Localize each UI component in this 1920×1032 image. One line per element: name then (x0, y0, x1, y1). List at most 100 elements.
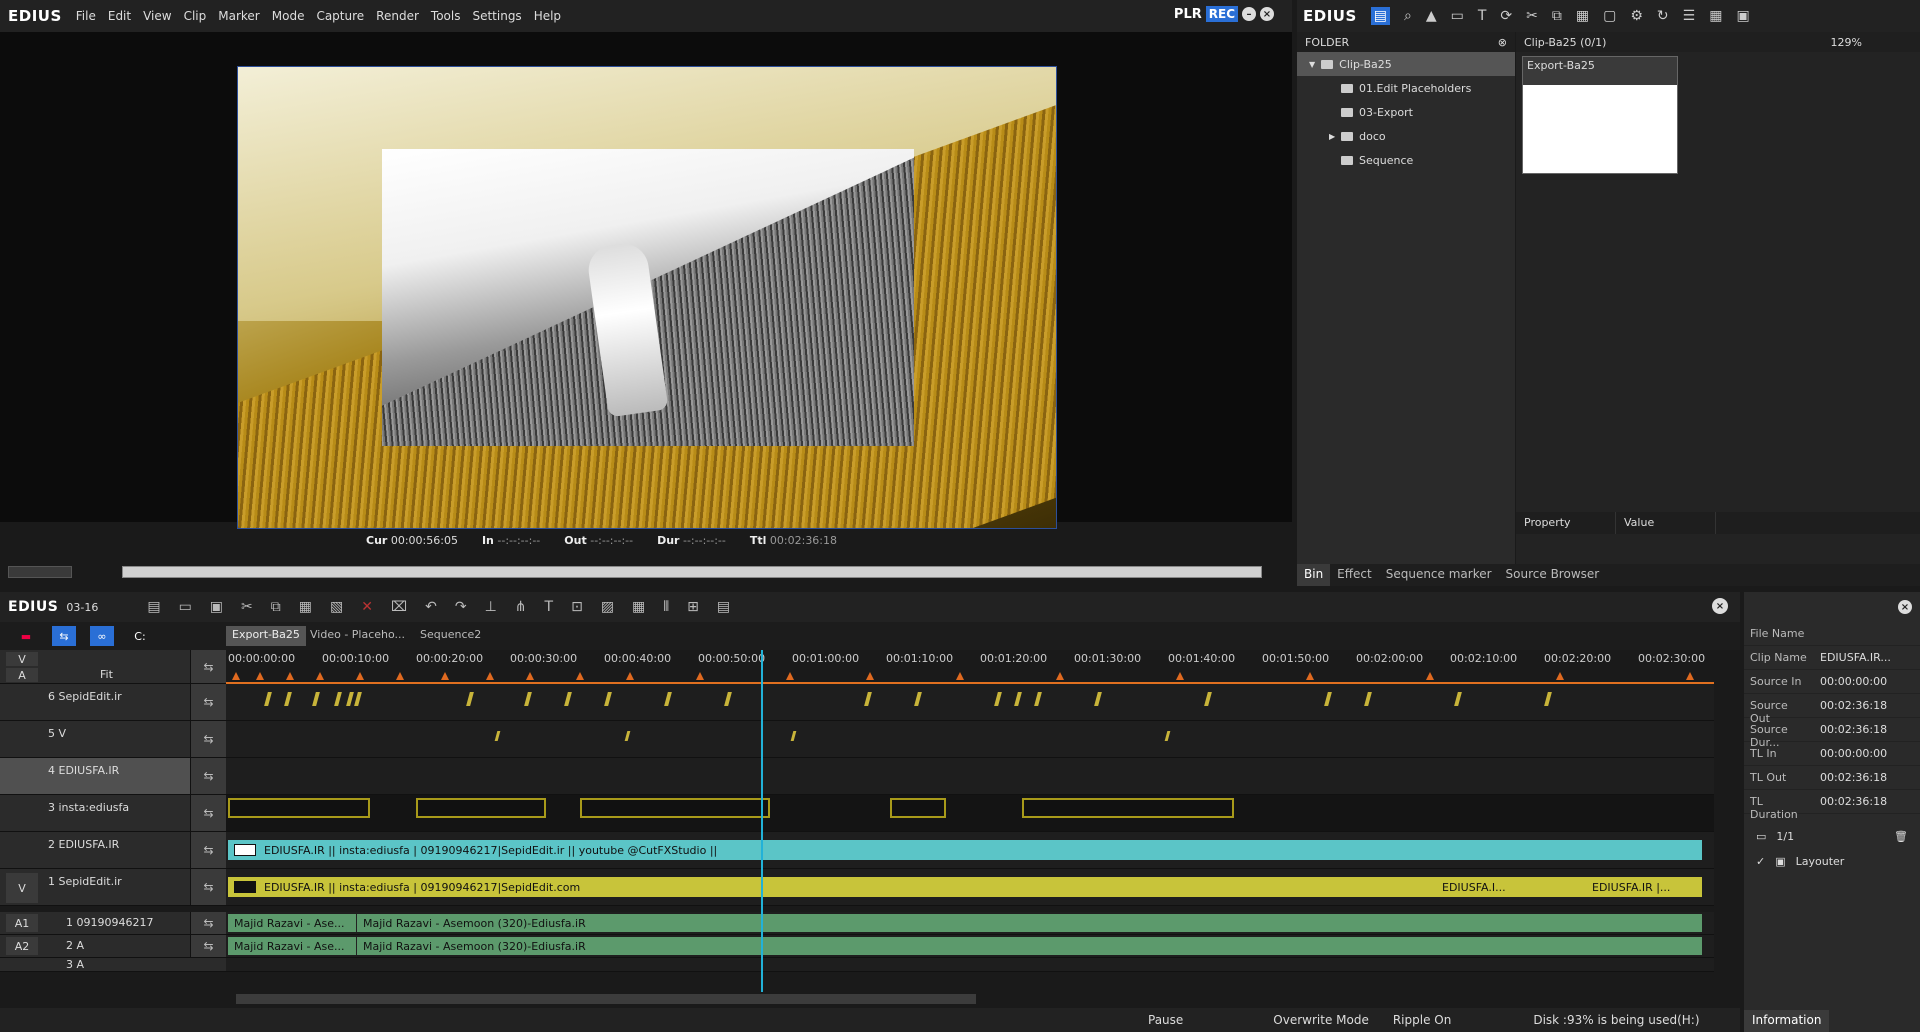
menu-tools[interactable]: Tools (425, 9, 467, 23)
open-project-icon[interactable]: ▭ (179, 599, 192, 615)
close-folder-icon[interactable]: ⊗ (1498, 36, 1507, 49)
tab-sequence-marker[interactable]: Sequence marker (1379, 564, 1499, 586)
ripple-mode-icon[interactable]: ⇆ (52, 626, 76, 646)
track-header-3[interactable]: 3 insta:ediusfa ⇆ (0, 795, 226, 832)
tab-information[interactable]: Information (1744, 1010, 1830, 1032)
clip-segment[interactable] (1454, 692, 1462, 706)
track-header-a3[interactable]: 3 A (0, 958, 226, 972)
tree-item-clip-ba25[interactable]: ▼ Clip-Ba25 (1297, 52, 1515, 76)
clip-block[interactable] (580, 798, 770, 818)
clip-segment[interactable] (312, 692, 320, 706)
track-header-6[interactable]: 6 SepidEdit.ir ⇆ (0, 684, 226, 721)
insert-mode-icon[interactable]: ▬ (14, 626, 38, 646)
swap-icon[interactable]: ⇆ (190, 758, 226, 794)
render-icon[interactable]: ⊡ (571, 599, 583, 615)
track-header-a2[interactable]: A2 2 A ⇆ (0, 935, 226, 958)
audio-clip[interactable]: Majid Razavi - Ase... (228, 914, 356, 932)
multicam-icon[interactable]: ⊞ (687, 599, 699, 615)
clip-block[interactable] (890, 798, 946, 818)
lane-4[interactable] (226, 758, 1714, 795)
up-icon[interactable]: ▲ (1426, 8, 1437, 24)
plr-button[interactable]: PLR (1174, 7, 1202, 22)
rec-button[interactable]: REC (1205, 6, 1238, 22)
swap-icon[interactable]: ⇆ (190, 795, 226, 831)
grid-icon[interactable]: ▦ (632, 599, 645, 615)
timeline-clip[interactable]: EDIUSFA.I... (1436, 877, 1546, 897)
a2-patch[interactable]: A2 (6, 937, 38, 955)
settings-icon[interactable]: ⚙ (1630, 8, 1643, 24)
grid-icon[interactable]: ▦ (1709, 8, 1722, 24)
lane-3[interactable] (226, 795, 1714, 832)
undo-icon[interactable]: ↶ (425, 599, 437, 615)
sync-icon[interactable]: ⟳ (1500, 8, 1512, 24)
menu-capture[interactable]: Capture (310, 9, 370, 23)
toolbox-icon[interactable]: ▣ (1736, 8, 1749, 24)
paste-special-icon[interactable]: ▧ (330, 599, 343, 615)
open-folder-icon[interactable]: ▭ (1451, 8, 1464, 24)
split-icon[interactable]: ⋔ (515, 599, 527, 615)
search-icon[interactable]: ⌕ (1404, 8, 1412, 24)
copy-icon[interactable]: ⧉ (1552, 8, 1562, 24)
minimize-icon[interactable]: – (1242, 7, 1256, 21)
cut-icon[interactable]: ✂ (1526, 8, 1538, 24)
clip-block[interactable] (416, 798, 546, 818)
swap-icon[interactable]: ⇆ (190, 935, 226, 957)
list-icon[interactable]: ▤ (717, 599, 730, 615)
clip-thumbnail[interactable]: Export-Ba25 (1522, 56, 1678, 174)
clip-segment[interactable] (334, 692, 342, 706)
tab-source-browser[interactable]: Source Browser (1499, 564, 1607, 586)
timeline-scrollbar[interactable] (226, 992, 1714, 1008)
clip-segment[interactable] (790, 731, 797, 741)
sync-lock-icon[interactable]: C: (128, 626, 152, 646)
delete-icon[interactable]: ✕ (361, 599, 373, 615)
audio-clip[interactable]: Majid Razavi - Asemoon (320)-Ediusfa.iR (356, 914, 1702, 932)
tree-item-edit-placeholders[interactable]: 01.Edit Placeholders (1297, 76, 1515, 100)
collapse-icon[interactable]: ▼ (1309, 60, 1315, 69)
tab-bin[interactable]: Bin (1297, 564, 1331, 586)
clip-segment[interactable] (346, 692, 354, 706)
clip-segment[interactable] (994, 692, 1002, 706)
clip-segment[interactable] (1324, 692, 1332, 706)
menu-view[interactable]: View (137, 9, 177, 23)
timeline-close-icon[interactable]: × (1712, 598, 1728, 614)
lane-1[interactable]: EDIUSFA.IR || insta:ediusfa | 0919094621… (226, 869, 1714, 906)
menu-help[interactable]: Help (528, 9, 567, 23)
menu-clip[interactable]: Clip (178, 9, 213, 23)
menu-marker[interactable]: Marker (212, 9, 265, 23)
clip-block[interactable] (228, 798, 370, 818)
audio-clip[interactable]: Majid Razavi - Asemoon (320)-Ediusfa.iR (356, 937, 1702, 955)
clip-segment[interactable] (1094, 692, 1102, 706)
a1-patch[interactable]: A1 (6, 914, 38, 932)
seq-tab-video-placeholder[interactable]: Video - Placeho... (304, 626, 411, 646)
clip-segment[interactable] (264, 692, 272, 706)
monitor-icon[interactable]: ▢ (1603, 8, 1616, 24)
clip-segment[interactable] (494, 731, 501, 741)
audio-clip[interactable]: Majid Razavi - Ase... (228, 937, 356, 955)
playhead[interactable] (761, 650, 763, 992)
clip-segment[interactable] (864, 692, 872, 706)
seq-tab-sequence2[interactable]: Sequence2 (414, 626, 487, 646)
add-cut-icon[interactable]: ⊥ (485, 599, 497, 615)
title-icon[interactable]: T (1478, 8, 1487, 24)
clip-block[interactable] (1022, 798, 1234, 818)
timeline-clip[interactable]: EDIUSFA.IR |... (1586, 877, 1686, 897)
clip-segment[interactable] (1164, 731, 1171, 741)
paste-icon[interactable]: ▦ (1576, 8, 1589, 24)
delete-effect-icon[interactable]: 🗑 (1894, 830, 1908, 843)
clip-segment[interactable] (1364, 692, 1372, 706)
menu-render[interactable]: Render (370, 9, 425, 23)
tree-item-export[interactable]: 03-Export (1297, 100, 1515, 124)
info-close-icon[interactable]: × (1898, 600, 1912, 614)
lane-6[interactable] (226, 684, 1714, 721)
shuttle-slider[interactable] (8, 566, 72, 578)
tree-item-sequence[interactable]: Sequence (1297, 148, 1515, 172)
new-sequence-icon[interactable]: ▤ (147, 599, 160, 615)
list-icon[interactable]: ☰ (1683, 8, 1696, 24)
lane-a2[interactable]: Majid Razavi - Ase... Majid Razavi - Ase… (226, 935, 1714, 958)
tab-effect[interactable]: Effect (1330, 564, 1379, 586)
clip-segment[interactable] (914, 692, 922, 706)
link-mode-icon[interactable]: ∞ (90, 626, 114, 646)
swap-icon[interactable]: ⇆ (190, 650, 226, 683)
menu-mode[interactable]: Mode (266, 9, 311, 23)
copy-icon[interactable]: ⧉ (271, 599, 281, 615)
